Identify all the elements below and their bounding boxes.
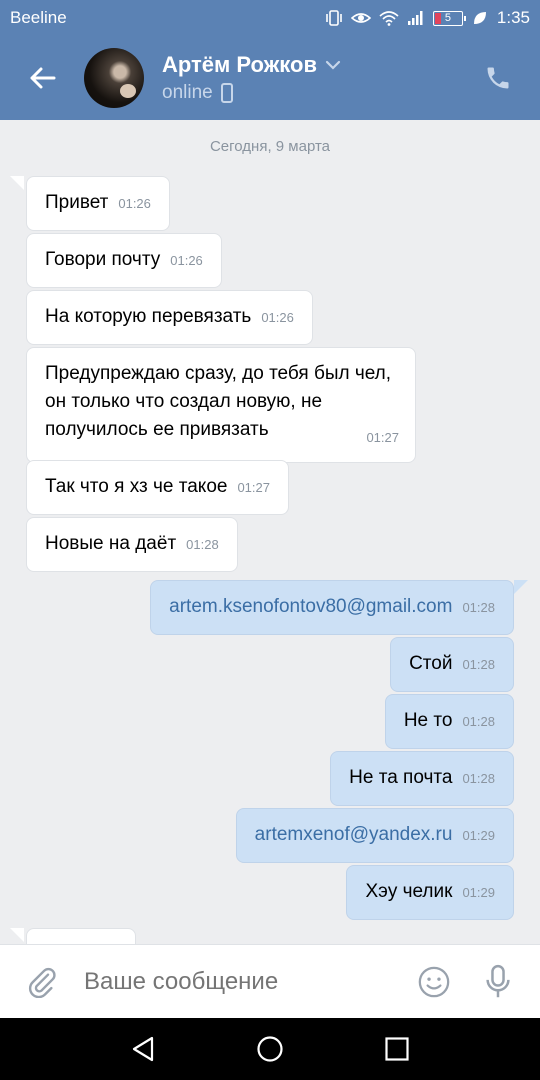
message-bubble[interactable]: На которую перевязать 01:26	[26, 290, 313, 345]
message-time: 01:28	[462, 714, 495, 729]
navigation-bar	[0, 1018, 540, 1080]
emoji-button[interactable]	[402, 945, 466, 1019]
message-bubble[interactable]: Так что я хз че такое 01:27	[26, 460, 289, 515]
message-text: На которую перевязать	[45, 306, 252, 327]
message-time: 01:27	[237, 480, 270, 495]
clock: 1:35	[496, 8, 530, 27]
status-bar: Beeline 5 1:35	[0, 0, 540, 36]
message-bubble[interactable]: Привет 01:26	[26, 176, 170, 231]
battery-icon: 5	[432, 10, 466, 26]
online-status: online	[162, 82, 213, 103]
arrow-left-icon	[30, 67, 56, 89]
message-text: Не то	[403, 710, 453, 731]
signal-icon	[407, 11, 423, 25]
message-time: 01:26	[118, 196, 151, 211]
message-composer	[0, 944, 540, 1018]
nav-home-button[interactable]	[240, 1019, 300, 1079]
mobile-phone-icon	[220, 83, 233, 103]
message-time: 01:28	[462, 771, 495, 786]
message-time: 01:28	[186, 537, 219, 552]
call-button[interactable]	[468, 48, 528, 108]
message-bubble[interactable]: Предупреждаю сразу, до тебя был чел, он …	[26, 347, 416, 463]
microphone-button[interactable]	[466, 945, 530, 1019]
message-time: 01:26	[170, 253, 203, 268]
paperclip-icon	[28, 967, 56, 998]
message-bubble[interactable]: artemxenof@yandex.ru 01:29	[235, 808, 514, 863]
message-text: Хэу челик	[365, 881, 453, 902]
phone-icon	[487, 67, 509, 89]
nav-back-button[interactable]	[113, 1019, 173, 1079]
message-text: Не та почта	[349, 767, 453, 788]
message-time: 01:27	[366, 430, 399, 445]
message-time: 01:26	[261, 310, 294, 325]
message-text: Так что я хз че такое	[45, 476, 228, 497]
bubble-tail-icon	[10, 176, 24, 190]
bubble-tail-icon	[10, 928, 24, 942]
message-bubble[interactable]: Не та почта 01:28	[330, 751, 514, 806]
message-text: Новые на даёт	[45, 533, 177, 554]
message-input[interactable]	[84, 967, 402, 996]
message-link[interactable]: artem.ksenofontov80@gmail.com	[169, 596, 452, 617]
leaf-icon	[473, 12, 486, 24]
nav-recents-button[interactable]	[367, 1019, 427, 1079]
chat-header: Артём Рожков online	[0, 36, 540, 120]
message-text: Говори почту	[45, 249, 161, 270]
message-bubble[interactable]: Стой 01:28	[390, 637, 514, 692]
message-list[interactable]: Сегодня, 9 марта Привет 01:26 Говори почт…	[0, 120, 540, 944]
avatar[interactable]	[84, 48, 144, 108]
message-text: Предупреждаю сразу, до тебя был чел, он …	[45, 363, 392, 440]
contact-name: Артём Рожков	[162, 52, 317, 77]
message-time: 01:29	[462, 885, 495, 900]
chevron-down-icon	[325, 60, 341, 70]
message-bubble[interactable]: Новые на даёт 01:28	[26, 517, 238, 572]
message-time: 01:28	[462, 657, 495, 672]
eye-icon	[350, 13, 371, 23]
message-text: Стой	[409, 653, 453, 674]
triangle-back-icon	[133, 1036, 154, 1062]
contact-info[interactable]: Артём Рожков online	[162, 52, 468, 104]
message-bubble[interactable]: artem.ksenofontov80@gmail.com 01:28	[150, 580, 514, 635]
message-bubble[interactable]: Хэу челик 01:29	[346, 865, 514, 920]
back-button[interactable]	[0, 36, 84, 120]
message-bubble-partial[interactable]	[26, 928, 136, 944]
wifi-icon	[379, 11, 399, 26]
square-recents-icon	[385, 1037, 409, 1061]
message-time: 01:29	[462, 828, 495, 843]
microphone-icon	[486, 964, 510, 997]
message-text: Привет	[45, 192, 109, 213]
bubble-tail-icon	[514, 580, 528, 594]
attach-button[interactable]	[0, 945, 84, 1019]
carrier-name: Beeline	[10, 8, 67, 27]
message-time: 01:28	[462, 600, 495, 615]
message-bubble[interactable]: Не то 01:28	[384, 694, 514, 749]
smiley-icon	[418, 966, 450, 997]
battery-level: 5	[444, 12, 451, 24]
message-link[interactable]: artemxenof@yandex.ru	[255, 824, 453, 845]
date-separator: Сегодня, 9 марта	[209, 138, 331, 155]
circle-home-icon	[257, 1036, 283, 1062]
message-bubble[interactable]: Говори почту 01:26	[26, 233, 222, 288]
vibrate-icon	[326, 10, 342, 26]
